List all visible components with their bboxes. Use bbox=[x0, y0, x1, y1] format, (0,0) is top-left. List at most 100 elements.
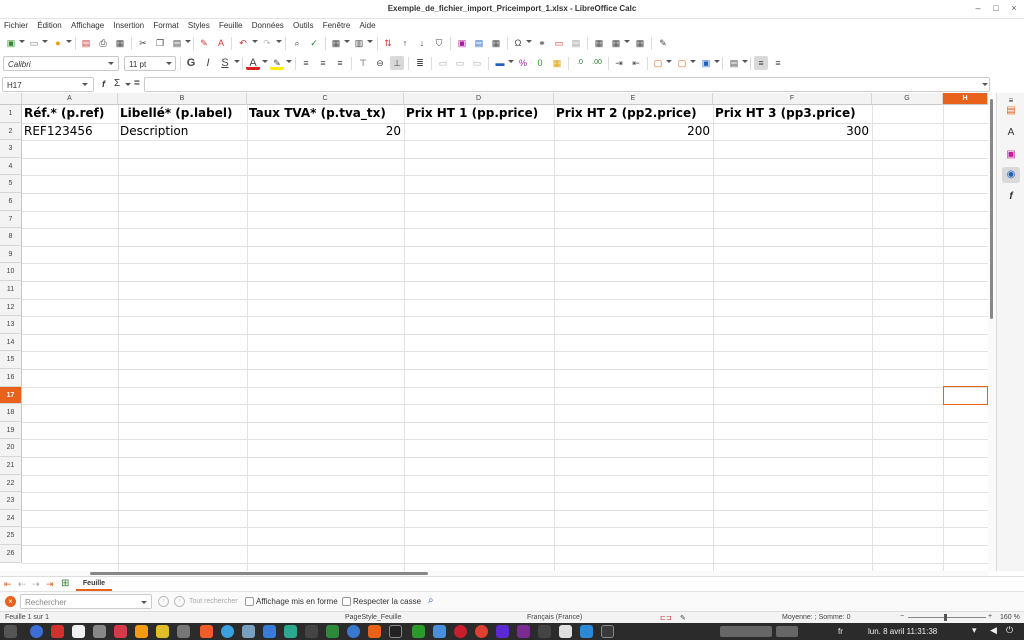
font-name-combo[interactable]: Calibri bbox=[3, 56, 119, 71]
col-header-g[interactable]: G bbox=[872, 93, 943, 105]
name-box-dropdown-icon[interactable] bbox=[82, 83, 88, 86]
special-character-icon[interactable]: Ω bbox=[511, 36, 525, 50]
align-bottom-icon[interactable]: ⊥ bbox=[390, 56, 404, 70]
menu-insertion[interactable]: Insertion bbox=[109, 19, 144, 30]
clone-formatting-icon[interactable]: ✎ bbox=[197, 36, 211, 50]
app-icon[interactable] bbox=[433, 625, 446, 638]
gallery-icon[interactable]: ▣ bbox=[1002, 147, 1020, 163]
col-header-f[interactable]: F bbox=[713, 93, 872, 105]
center-vertically-icon[interactable]: ⊖ bbox=[373, 56, 387, 70]
border-style-dropdown-icon[interactable] bbox=[690, 60, 696, 63]
undo-dropdown-icon[interactable] bbox=[252, 40, 258, 43]
find-all-button[interactable]: Tout rechercher bbox=[189, 598, 238, 605]
borders-icon[interactable]: ▢ bbox=[651, 56, 665, 70]
menu-fenetre[interactable]: Fenêtre bbox=[319, 19, 351, 30]
menu-fichier[interactable]: Fichier bbox=[0, 19, 28, 30]
insert-image-icon[interactable]: ▣ bbox=[455, 36, 469, 50]
row-header[interactable]: 10 bbox=[0, 263, 22, 281]
expand-formula-icon[interactable] bbox=[982, 83, 988, 86]
row-header[interactable]: 8 bbox=[0, 228, 22, 246]
find-input[interactable]: Rechercher bbox=[20, 594, 152, 609]
sort-icon[interactable]: ⇅ bbox=[381, 36, 395, 50]
next-sheet-icon[interactable]: ⇢ bbox=[32, 579, 40, 590]
row-header[interactable]: 18 bbox=[0, 404, 22, 422]
sum-dropdown-icon[interactable] bbox=[125, 83, 131, 86]
zoom-slider[interactable] bbox=[908, 617, 986, 618]
formula-input[interactable] bbox=[144, 77, 990, 92]
col-header-a[interactable]: A bbox=[22, 93, 118, 105]
row-header[interactable]: 26 bbox=[0, 545, 22, 563]
cell-d1[interactable]: Prix HT 1 (pp.price) bbox=[404, 105, 554, 122]
right-to-left-icon[interactable]: ≡ bbox=[771, 56, 785, 70]
close-button[interactable]: × bbox=[1008, 3, 1020, 15]
border-style-icon[interactable]: ▢ bbox=[675, 56, 689, 70]
app-icon[interactable] bbox=[93, 625, 106, 638]
row-header[interactable]: 1 bbox=[0, 105, 22, 123]
row-header[interactable]: 11 bbox=[0, 281, 22, 299]
digital-signature-icon[interactable]: ✎ bbox=[680, 614, 686, 622]
selection-mode-icon[interactable]: ⊏⊐ bbox=[660, 614, 672, 622]
app-icon[interactable] bbox=[496, 625, 509, 638]
border-color-dropdown-icon[interactable] bbox=[714, 60, 720, 63]
merge-center-icon[interactable]: ▭ bbox=[436, 56, 450, 70]
vertical-scrollbar[interactable] bbox=[988, 93, 996, 571]
freeze-dropdown-icon[interactable] bbox=[624, 40, 630, 43]
menu-icon[interactable] bbox=[4, 625, 17, 638]
copy-icon[interactable]: ❐ bbox=[153, 36, 167, 50]
row-header[interactable]: 15 bbox=[0, 351, 22, 369]
volume-icon[interactable]: ◀ bbox=[990, 625, 997, 636]
app-icon[interactable] bbox=[114, 625, 127, 638]
row-header[interactable]: 5 bbox=[0, 175, 22, 193]
row-header[interactable]: 3 bbox=[0, 140, 22, 158]
save-dropdown-icon[interactable] bbox=[66, 40, 72, 43]
define-print-area-icon[interactable]: ▦ bbox=[592, 36, 606, 50]
cell-f2[interactable]: 300 bbox=[713, 123, 872, 140]
menu-styles[interactable]: Styles bbox=[184, 19, 210, 30]
row-header[interactable]: 23 bbox=[0, 492, 22, 510]
open-dropdown-icon[interactable] bbox=[42, 40, 48, 43]
row-header[interactable]: 24 bbox=[0, 509, 22, 528]
clock[interactable]: lun. 8 avril 11:31:38 bbox=[868, 627, 937, 636]
sheet-tab-feuille[interactable]: Feuille bbox=[76, 577, 112, 591]
row-header[interactable]: 19 bbox=[0, 421, 22, 440]
row-header[interactable]: 16 bbox=[0, 369, 22, 387]
new-dropdown-icon[interactable] bbox=[19, 40, 25, 43]
row-header[interactable]: 20 bbox=[0, 439, 22, 457]
increase-indent-icon[interactable]: ⇥ bbox=[612, 56, 626, 70]
cell-b2[interactable]: Description bbox=[118, 123, 247, 140]
currency-format-icon[interactable]: ▬ bbox=[493, 56, 507, 70]
split-window-icon[interactable]: ▦ bbox=[633, 36, 647, 50]
column-icon[interactable]: ▥ bbox=[352, 36, 366, 50]
redo-dropdown-icon[interactable] bbox=[276, 40, 282, 43]
app-icon[interactable] bbox=[30, 625, 43, 638]
maximize-button[interactable]: □ bbox=[990, 3, 1002, 15]
app-icon[interactable] bbox=[72, 625, 85, 638]
add-sheet-icon[interactable]: ⊞ bbox=[61, 578, 69, 589]
app-icon[interactable] bbox=[200, 625, 213, 638]
print-preview-icon[interactable]: ▦ bbox=[113, 36, 127, 50]
name-box[interactable]: H17 bbox=[2, 77, 94, 92]
cell-a1[interactable]: Réf.* (p.ref) bbox=[22, 105, 118, 122]
headers-footers-icon[interactable]: ▤ bbox=[569, 36, 583, 50]
add-decimal-icon[interactable]: .0 bbox=[573, 56, 587, 70]
app-icon[interactable] bbox=[412, 625, 425, 638]
zoom-slider-handle[interactable] bbox=[944, 614, 947, 621]
minimize-button[interactable]: – bbox=[972, 3, 984, 15]
task-window[interactable] bbox=[776, 626, 798, 637]
app-icon[interactable] bbox=[559, 625, 572, 638]
row-header[interactable]: 25 bbox=[0, 527, 22, 545]
app-icon[interactable] bbox=[177, 625, 190, 638]
spreadsheet-grid[interactable]: A B C D E F G H 1 2 3 4 5 6 7 8 9 10 11 12 13 14 15 16 1… bbox=[0, 93, 988, 571]
find-history-dropdown-icon[interactable] bbox=[141, 601, 147, 604]
first-sheet-icon[interactable]: ⇤ bbox=[4, 579, 12, 590]
underline-button[interactable]: S bbox=[218, 56, 232, 70]
scrollbar-thumb[interactable] bbox=[990, 99, 993, 319]
row-header[interactable]: 6 bbox=[0, 193, 22, 211]
menu-edition[interactable]: Édition bbox=[33, 19, 61, 30]
highlight-dropdown-icon[interactable] bbox=[286, 60, 292, 63]
navigator-icon[interactable]: ◉ bbox=[1002, 167, 1020, 183]
paste-icon[interactable]: ▤ bbox=[170, 36, 184, 50]
row-header[interactable]: 9 bbox=[0, 245, 22, 264]
find-replace-icon[interactable]: ⌕ bbox=[290, 36, 304, 50]
unmerge-cells-icon[interactable]: ▭ bbox=[470, 56, 484, 70]
